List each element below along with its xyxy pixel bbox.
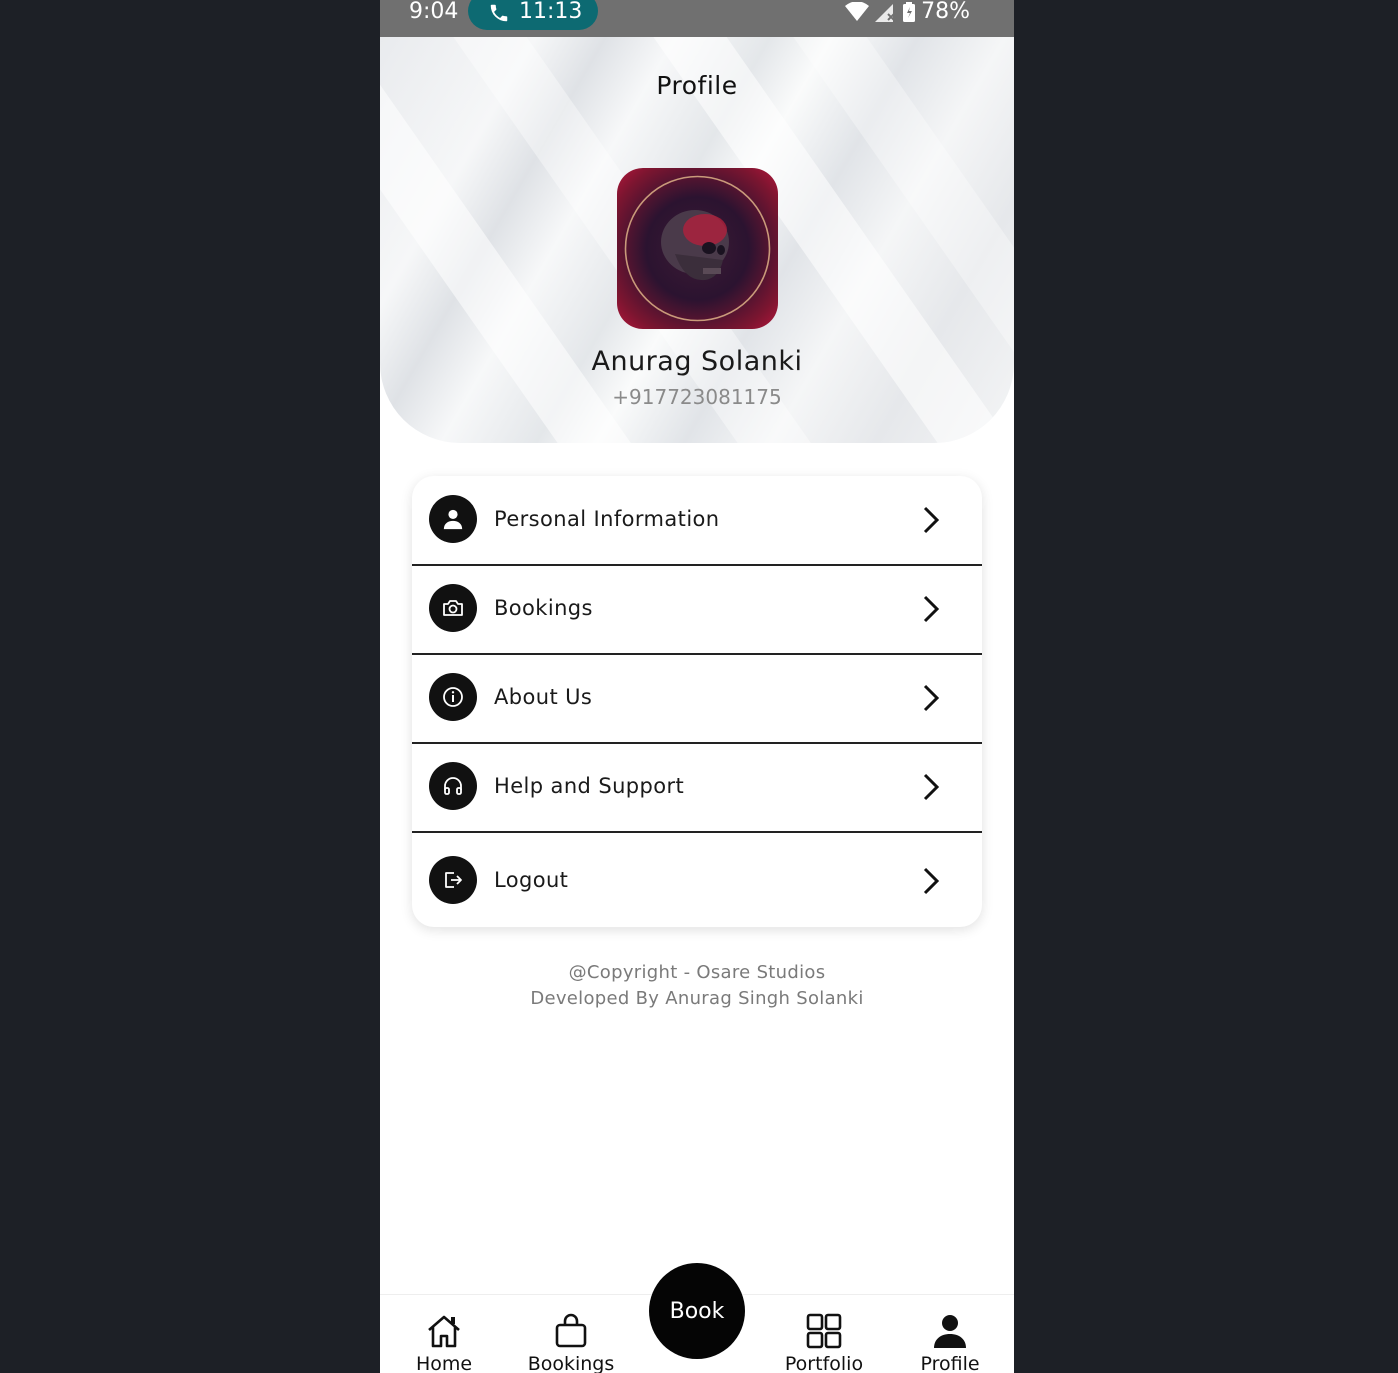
status-time: 9:04 (409, 0, 459, 24)
menu-label: Personal Information (494, 507, 720, 531)
grid-icon (806, 1313, 842, 1349)
menu-label: Bookings (494, 596, 593, 620)
bag-icon (555, 1313, 587, 1348)
menu-item-personal-information[interactable]: Personal Information (412, 476, 982, 566)
nav-item-portfolio[interactable]: Portfolio (769, 1295, 879, 1373)
nav-item-bookings[interactable]: Bookings (516, 1295, 626, 1373)
developer-credit: Developed By Anurag Singh Solanki (530, 988, 864, 1009)
profile-header: Profile Anurag Solanki +917723081175 (380, 37, 1014, 443)
battery-percent: 78% (921, 0, 970, 24)
chevron-right-icon (923, 595, 940, 623)
nav-label: Portfolio (784, 1353, 864, 1373)
menu-item-about-us[interactable]: About Us (412, 654, 982, 744)
copyright-text: @Copyright - Osare Studios (568, 962, 826, 983)
home-icon (428, 1315, 460, 1348)
user-phone: +917723081175 (612, 385, 782, 409)
wifi-icon (845, 2, 870, 21)
person-icon (934, 1315, 966, 1348)
camera-icon (429, 584, 477, 632)
menu-item-bookings[interactable]: Bookings (412, 565, 982, 655)
ongoing-call-pill[interactable]: 11:13 (468, 0, 598, 30)
status-bar: 9:04 11:13 78% (380, 0, 1014, 37)
status-icons: 78% (845, 0, 970, 24)
call-duration: 11:13 (519, 0, 583, 24)
logout-icon (429, 856, 477, 904)
menu-item-logout[interactable]: Logout (412, 832, 982, 927)
nav-item-home[interactable]: Home (389, 1295, 499, 1373)
book-button[interactable]: Book (649, 1263, 745, 1359)
user-name: Anurag Solanki (591, 346, 803, 377)
headphones-icon (429, 762, 477, 810)
page-title: Profile (656, 71, 738, 100)
battery-icon (903, 2, 916, 22)
user-icon (429, 495, 477, 543)
nav-label: Bookings (527, 1353, 615, 1373)
avatar[interactable] (617, 168, 778, 329)
menu-item-help-and-support[interactable]: Help and Support (412, 743, 982, 833)
chevron-right-icon (923, 684, 940, 712)
phone-screen: 9:04 11:13 78% Profile Anurag Solanki +9… (380, 0, 1014, 1373)
menu-label: About Us (494, 685, 593, 709)
skull-logo-icon (624, 175, 771, 322)
nav-label: Home (415, 1353, 473, 1373)
menu-label: Help and Support (494, 774, 685, 798)
phone-call-icon (490, 4, 508, 22)
chevron-right-icon (923, 867, 940, 895)
signal-icon (875, 4, 895, 22)
info-icon (429, 673, 477, 721)
chevron-right-icon (923, 773, 940, 801)
nav-item-profile[interactable]: Profile (895, 1295, 1005, 1373)
profile-menu: Personal Information Bookings About Us H… (412, 476, 982, 927)
menu-label: Logout (494, 868, 569, 892)
chevron-right-icon (923, 506, 940, 534)
nav-label: Profile (920, 1353, 980, 1373)
